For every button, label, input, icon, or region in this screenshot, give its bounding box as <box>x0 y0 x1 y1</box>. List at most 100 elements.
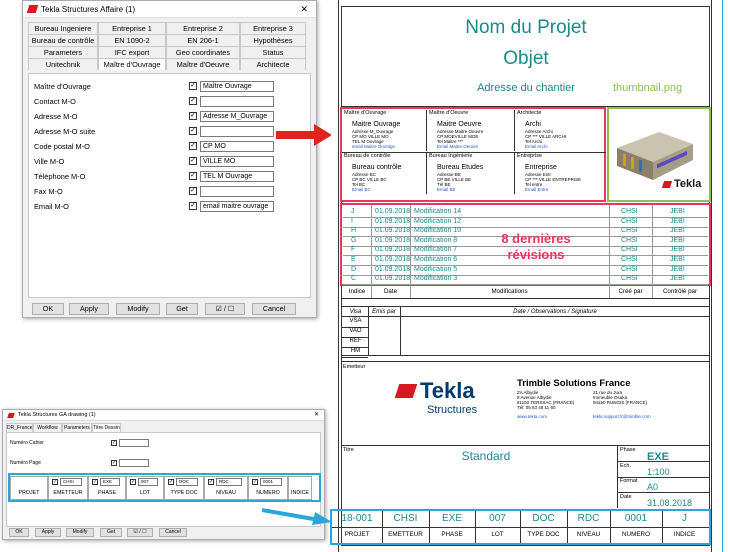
text-field[interactable] <box>200 186 274 197</box>
dialog2-titlebar[interactable]: Tekla Structures GA drawing (1) ✕ <box>3 410 324 421</box>
checkbox[interactable]: ✓ <box>189 172 197 180</box>
party-name: Maitre Oeuvre <box>437 121 482 128</box>
tab-geo-coordinates[interactable]: Geo coordinates <box>166 46 240 58</box>
text-field[interactable] <box>119 459 149 467</box>
tab-bureau-de-contr-le[interactable]: Bureau de contrôle <box>28 34 98 46</box>
grid-input[interactable]: DOC <box>176 478 198 486</box>
tab-entreprise-2[interactable]: Entreprise 2 <box>166 22 240 34</box>
grid-input[interactable]: CHSI <box>60 478 82 486</box>
grid-input[interactable]: 007 <box>138 478 158 486</box>
checkbox[interactable]: ✓ <box>168 479 174 485</box>
rev-date: 01.09.2018 <box>375 256 411 263</box>
grid-label: INDICE <box>291 490 309 496</box>
visa-col <box>368 306 369 355</box>
sheet-border-right <box>711 0 712 552</box>
checkbox[interactable]: ✓ <box>189 127 197 135</box>
tab-titre-dessin[interactable]: Titre Dessin <box>92 423 121 432</box>
grid-label: PHASE <box>98 490 116 496</box>
grid-cell <box>288 476 312 500</box>
grid-input[interactable]: RDC <box>216 478 242 486</box>
affaire-dialog: Tekla Structures Affaire (1) ✕ Bureau In… <box>22 0 317 318</box>
dialog-titlebar[interactable]: Tekla Structures Affaire (1) ✕ <box>23 1 316 18</box>
tab-unitechnik[interactable]: Unitechnik <box>28 58 98 70</box>
tab-architecte[interactable]: Architecte <box>240 58 306 70</box>
tab-en-1090-2[interactable]: EN 1090-2 <box>98 34 166 46</box>
ok-button[interactable]: OK <box>32 303 64 315</box>
rev-mod: Modification 3 <box>414 275 458 283</box>
checkbox[interactable]: ✓ <box>208 479 214 485</box>
code-label: LOT <box>491 531 504 538</box>
party-row-divider <box>342 152 606 153</box>
tab-status[interactable]: Status <box>240 46 306 58</box>
text-field[interactable] <box>200 126 274 137</box>
text-field[interactable]: Adresse M_Ouvrage <box>200 111 274 122</box>
visa-col <box>400 306 401 355</box>
modify-button[interactable]: Modify <box>66 528 94 537</box>
grid-input[interactable]: EXE <box>100 478 120 486</box>
tab-parameters[interactable]: Parameters <box>62 423 92 432</box>
cancel-button[interactable]: Cancel <box>252 303 296 315</box>
get-button[interactable]: Get <box>166 303 198 315</box>
get-button[interactable]: Get <box>100 528 122 537</box>
text-field[interactable]: Maître Ouvrage <box>200 81 274 92</box>
visa-line <box>341 316 710 317</box>
apply-button[interactable]: Apply <box>69 303 109 315</box>
checkbox[interactable]: ✓ <box>130 479 136 485</box>
party-email: email Maitre Ouvrage <box>352 144 396 149</box>
checkbox[interactable]: ✓ <box>111 460 117 466</box>
ok-button[interactable]: OK <box>9 528 29 537</box>
tab-en-206-1[interactable]: EN 206-1 <box>166 34 240 46</box>
rev-by: CHSI <box>621 265 638 273</box>
titre-value: Standard <box>461 449 511 463</box>
tab-ifc-export[interactable]: IFC export <box>98 46 166 58</box>
code-label: NUMERO <box>622 531 650 538</box>
text-field[interactable]: VILLE MO <box>200 156 274 167</box>
tab-bureau-ingeniere[interactable]: Bureau Ingeniere <box>28 22 98 34</box>
rev-check: JEBI <box>670 227 685 235</box>
checkbox[interactable]: ✓ <box>189 187 197 195</box>
checkbox[interactable]: ✓ <box>52 479 58 485</box>
close-icon[interactable]: ✕ <box>300 4 308 15</box>
checkbox[interactable]: ✓ <box>189 97 197 105</box>
visa-row-label: VAO <box>349 328 362 334</box>
text-field[interactable] <box>119 439 149 447</box>
party-divider <box>514 110 515 151</box>
cancel-button[interactable]: Cancel <box>159 528 187 537</box>
modify-button[interactable]: Modify <box>116 303 160 315</box>
checkbox[interactable]: ✓ <box>189 142 197 150</box>
toggle-all-button[interactable]: ☑ / ☐ <box>127 528 153 537</box>
text-field[interactable]: CP MO <box>200 141 274 152</box>
grid-input[interactable]: 0001 <box>260 478 282 486</box>
checkbox[interactable]: ✓ <box>189 82 197 90</box>
tab-ma-tre-d-oeuvre[interactable]: Maître d'Oeuvre <box>166 58 240 70</box>
rev-check: JEBI <box>670 208 685 215</box>
apply-button[interactable]: Apply <box>35 528 61 537</box>
party-name: Archi <box>525 121 541 128</box>
separator <box>341 445 710 446</box>
visa-row-label: VSA <box>349 318 362 324</box>
checkbox[interactable]: ✓ <box>111 440 117 446</box>
checkbox[interactable]: ✓ <box>92 479 98 485</box>
tab-entreprise-1[interactable]: Entreprise 1 <box>98 22 166 34</box>
tab-parameters[interactable]: Parameters <box>28 46 98 58</box>
checkbox[interactable]: ✓ <box>189 202 197 210</box>
tab-hypoth-ses[interactable]: Hypothèses <box>240 34 306 46</box>
tab-entreprise-3[interactable]: Entreprise 3 <box>240 22 306 34</box>
grid-cell <box>10 476 48 500</box>
text-field[interactable] <box>200 96 274 107</box>
checkbox[interactable]: ✓ <box>189 112 197 120</box>
rev-mod: Modification 14 <box>414 208 462 215</box>
text-field[interactable]: email maitre ouvrage <box>200 201 274 212</box>
close-icon[interactable]: ✕ <box>314 411 319 418</box>
tab-ma-tre-d-ouvrage[interactable]: Maître d'Ouvrage <box>98 58 166 70</box>
overlay-line-2: révisions <box>507 247 565 262</box>
company-addr-line: Tél: 05 63 48 11 60 <box>517 405 556 410</box>
checkbox[interactable]: ✓ <box>189 157 197 165</box>
tab-workflow[interactable]: Workflow <box>33 423 62 432</box>
text-field[interactable]: TEL M Ouvrage <box>200 171 274 182</box>
checkbox[interactable]: ✓ <box>252 479 258 485</box>
field-label: Email M-O <box>34 202 69 211</box>
rev-check: JEBI <box>670 265 685 273</box>
toggle-all-button[interactable]: ☑ / ☐ <box>205 303 245 315</box>
tab-dr-france[interactable]: DR_France <box>6 423 33 432</box>
